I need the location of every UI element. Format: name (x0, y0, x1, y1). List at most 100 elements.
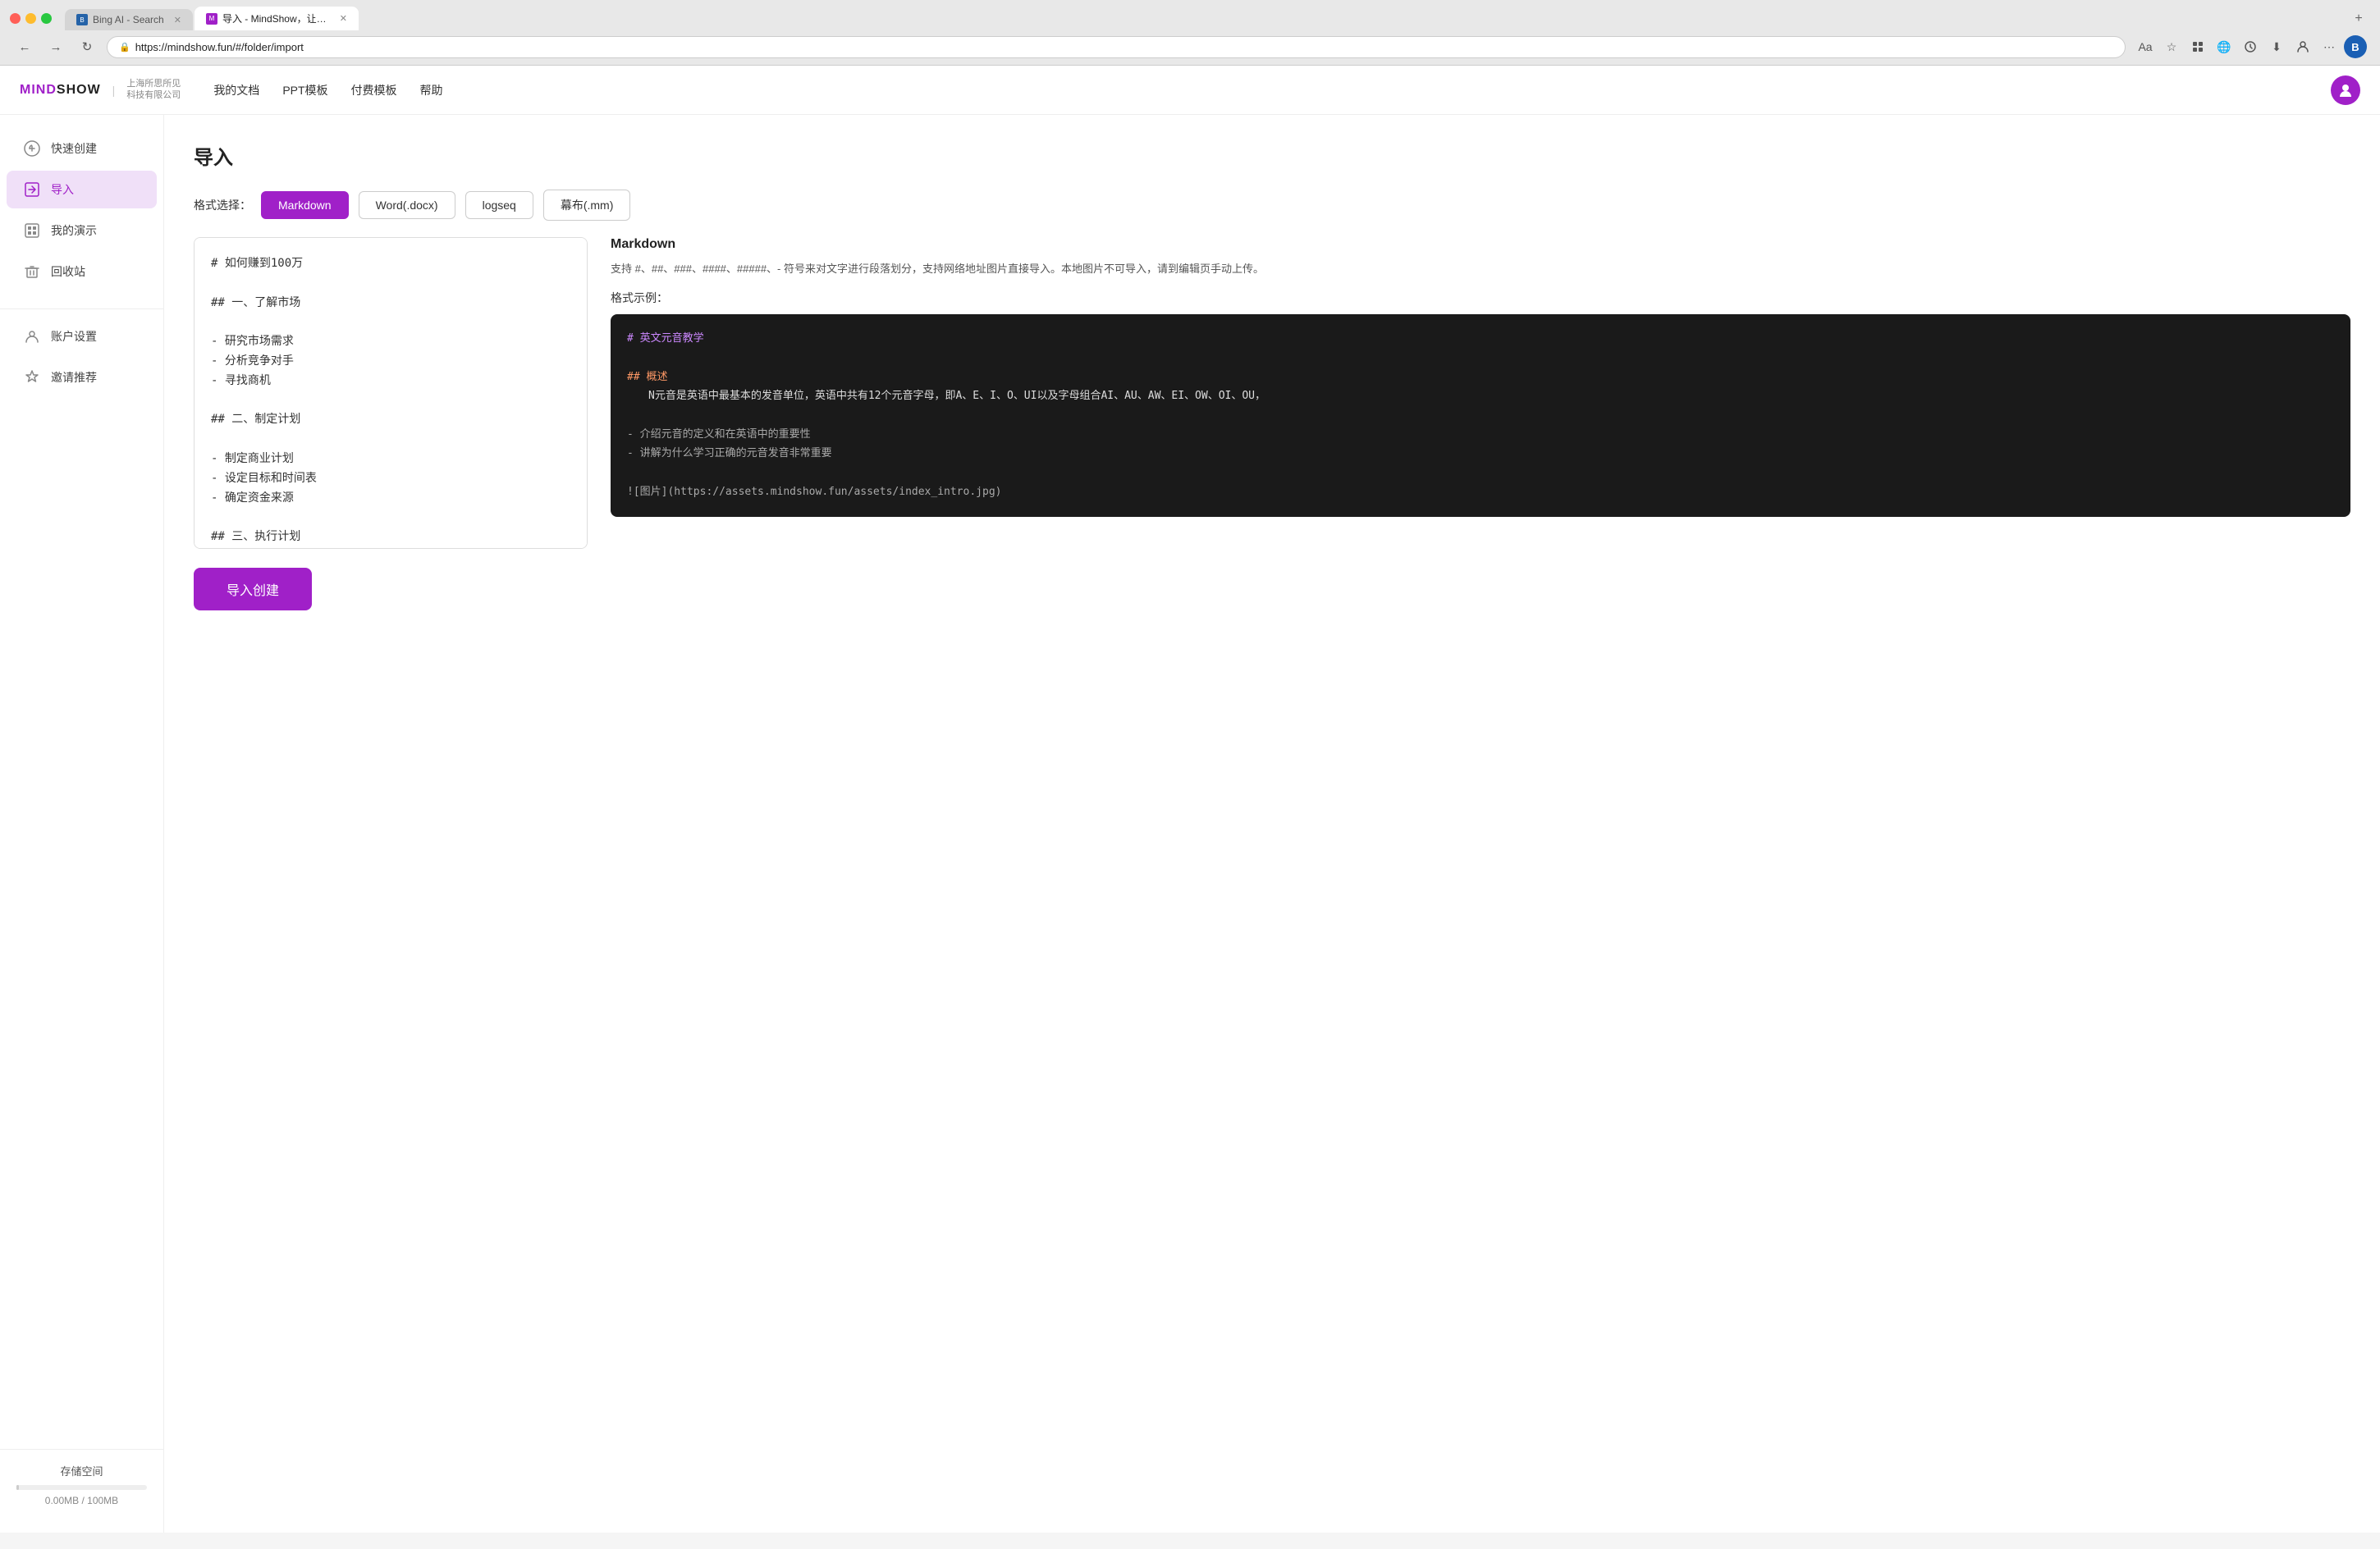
example-line-bullet1: - 介绍元音的定义和在英语中的重要性 (627, 425, 2334, 444)
sidebar-item-my-presentations[interactable]: 我的演示 (7, 212, 157, 249)
account-settings-icon (23, 327, 41, 345)
import-create-button[interactable]: 导入创建 (194, 568, 312, 610)
quick-create-icon (23, 139, 41, 158)
tab-label-tab-mindshow: 导入 - MindShow，让想法快速... (222, 11, 330, 25)
browser-addressbar: ← → ↻ 🔒 https://mindshow.fun/#/folder/im… (0, 30, 2380, 65)
refresh-button[interactable]: ↻ (76, 35, 98, 58)
add-tab-button[interactable]: + (2347, 7, 2370, 30)
logo-divider: | (112, 84, 116, 97)
logo-mind: MIND (20, 83, 57, 97)
markdown-editor[interactable]: # 如何赚到100万 ## 一、了解市场 - 研究市场需求 - 分析竞争对手 -… (194, 237, 588, 549)
tab-close-tab-bing[interactable]: ✕ (174, 15, 181, 25)
logo-sub-line1: 上海所思所见 (126, 79, 181, 89)
app-body: 快速创建 导入 我的演示 回收站 (0, 115, 2380, 1533)
tab-label-tab-bing: Bing AI - Search (93, 14, 164, 25)
app-nav-item-2[interactable]: 付费模板 (351, 79, 397, 102)
sidebar-label-import: 导入 (51, 181, 74, 198)
user-avatar[interactable] (2331, 75, 2360, 105)
sidebar-item-invite-recommend[interactable]: 邀请推荐 (7, 359, 157, 396)
window-minimize-button[interactable] (25, 13, 36, 24)
logo-show: SHOW (57, 83, 101, 97)
window-close-button[interactable] (10, 13, 21, 24)
lock-icon: 🔒 (119, 42, 130, 53)
app-nav-item-1[interactable]: PPT模板 (282, 79, 327, 102)
storage-usage-text: 0.00MB / 100MB (16, 1495, 147, 1506)
example-box: # 英文元音教学 ## 概述 N元音是英语中最基本的发音单位，英语中共有12个元… (611, 314, 2350, 517)
bing-profile-icon[interactable]: B (2344, 35, 2367, 58)
sidebar-label-my-presentations: 我的演示 (51, 222, 97, 239)
profile-icon[interactable] (2291, 35, 2314, 58)
editor-wrap: # 如何赚到100万 ## 一、了解市场 - 研究市场需求 - 分析竞争对手 -… (194, 237, 588, 551)
tab-favicon-tab-bing: B (76, 14, 88, 25)
sidebar-storage: 存储空间 0.00MB / 100MB (0, 1449, 163, 1519)
update-icon[interactable] (2239, 35, 2262, 58)
info-description: 支持 #、##、###、####、#####、- 符号来对文字进行段落划分，支持… (611, 260, 2350, 278)
example-line-body: N元音是英语中最基本的发音单位，英语中共有12个元音字母，即A、E、I、O、UI… (627, 386, 2334, 405)
app-nav: 我的文档 PPT模板 付费模板帮助 (213, 79, 2331, 102)
favorites-icon[interactable]: ☆ (2160, 35, 2183, 58)
tab-favicon-tab-mindshow: M (206, 13, 217, 25)
import-btn-wrap: 导入创建 (194, 568, 2350, 610)
translate-icon[interactable]: 🌐 (2213, 35, 2236, 58)
logo-sub-line2: 科技有限公司 (126, 90, 181, 101)
format-label: 格式选择： (194, 197, 251, 213)
storage-label: 存储空间 (16, 1463, 147, 1478)
sidebar-item-quick-create[interactable]: 快速创建 (7, 130, 157, 167)
invite-recommend-icon (23, 368, 41, 386)
sidebar-label-trash: 回收站 (51, 263, 85, 280)
info-example-label: 格式示例： (611, 290, 2350, 306)
my-presentations-icon (23, 222, 41, 240)
app-nav-item-3[interactable]: 帮助 (420, 79, 443, 102)
format-btn-markdown[interactable]: Markdown (261, 191, 349, 219)
info-title: Markdown (611, 237, 2350, 252)
sidebar: 快速创建 导入 我的演示 回收站 (0, 115, 164, 1533)
example-line-blank3 (627, 464, 2334, 482)
sidebar-item-account-settings[interactable]: 账户设置 (7, 318, 157, 355)
sidebar-item-trash[interactable]: 回收站 (7, 253, 157, 290)
reader-mode-icon[interactable]: Aa (2134, 35, 2157, 58)
example-line-h1: # 英文元音教学 (627, 329, 2334, 348)
storage-bar-background (16, 1485, 147, 1490)
example-line-blank2 (627, 406, 2334, 425)
logo-text: MINDSHOW (20, 83, 101, 98)
format-selection-row: 格式选择： Markdown Word(.docx) logseq 幕布(.mm… (194, 190, 2350, 221)
window-maximize-button[interactable] (41, 13, 52, 24)
page: MINDSHOW | 上海所思所见 科技有限公司 我的文档 PPT模板 付费模板帮助… (0, 66, 2380, 1533)
import-icon (23, 180, 41, 199)
storage-bar-fill (16, 1485, 19, 1490)
back-button[interactable]: ← (13, 35, 36, 58)
info-panel: Markdown 支持 #、##、###、####、#####、- 符号来对文字… (611, 237, 2350, 551)
page-title: 导入 (194, 141, 2350, 170)
browser-titlebar: B Bing AI - Search ✕ M 导入 - MindShow，让想法… (0, 0, 2380, 30)
format-btn-mubu[interactable]: 幕布(.mm) (543, 190, 631, 221)
url-text: https://mindshow.fun/#/folder/import (135, 41, 304, 53)
tab-close-tab-mindshow[interactable]: ✕ (340, 13, 347, 24)
logo-sub: 上海所思所见 科技有限公司 (126, 79, 181, 100)
more-options-icon[interactable]: ⋯ (2318, 35, 2341, 58)
extensions-icon[interactable] (2186, 35, 2209, 58)
address-bar[interactable]: 🔒 https://mindshow.fun/#/folder/import (107, 36, 2126, 58)
sidebar-label-quick-create: 快速创建 (51, 140, 97, 157)
logo-area: MINDSHOW | 上海所思所见 科技有限公司 (20, 79, 181, 100)
browser-tab-tab-bing[interactable]: B Bing AI - Search ✕ (65, 9, 193, 30)
forward-button[interactable]: → (44, 35, 67, 58)
editor-info-row: # 如何赚到100万 ## 一、了解市场 - 研究市场需求 - 分析竞争对手 -… (194, 237, 2350, 551)
example-line-blank1 (627, 348, 2334, 367)
app-header: MINDSHOW | 上海所思所见 科技有限公司 我的文档 PPT模板 付费模板帮助 (0, 66, 2380, 115)
example-line-h2: ## 概述 (627, 368, 2334, 386)
format-btn-word[interactable]: Word(.docx) (359, 191, 455, 219)
app-nav-item-0[interactable]: 我的文档 (213, 79, 259, 102)
window-controls (10, 13, 52, 24)
example-line-image: ![图片](https://assets.mindshow.fun/assets… (627, 482, 2334, 501)
format-btn-logseq[interactable]: logseq (465, 191, 533, 219)
example-line-bullet2: - 讲解为什么学习正确的元音发音非常重要 (627, 444, 2334, 463)
browser-tabs: B Bing AI - Search ✕ M 导入 - MindShow，让想法… (65, 7, 2341, 30)
download-icon[interactable]: ⬇ (2265, 35, 2288, 58)
sidebar-item-import[interactable]: 导入 (7, 171, 157, 208)
sidebar-label-invite-recommend: 邀请推荐 (51, 369, 97, 386)
trash-icon (23, 263, 41, 281)
main-content: 导入 格式选择： Markdown Word(.docx) logseq 幕布(… (164, 115, 2380, 1533)
sidebar-label-account-settings: 账户设置 (51, 328, 97, 345)
browser-tab-tab-mindshow[interactable]: M 导入 - MindShow，让想法快速... ✕ (195, 7, 359, 30)
browser-chrome: B Bing AI - Search ✕ M 导入 - MindShow，让想法… (0, 0, 2380, 66)
